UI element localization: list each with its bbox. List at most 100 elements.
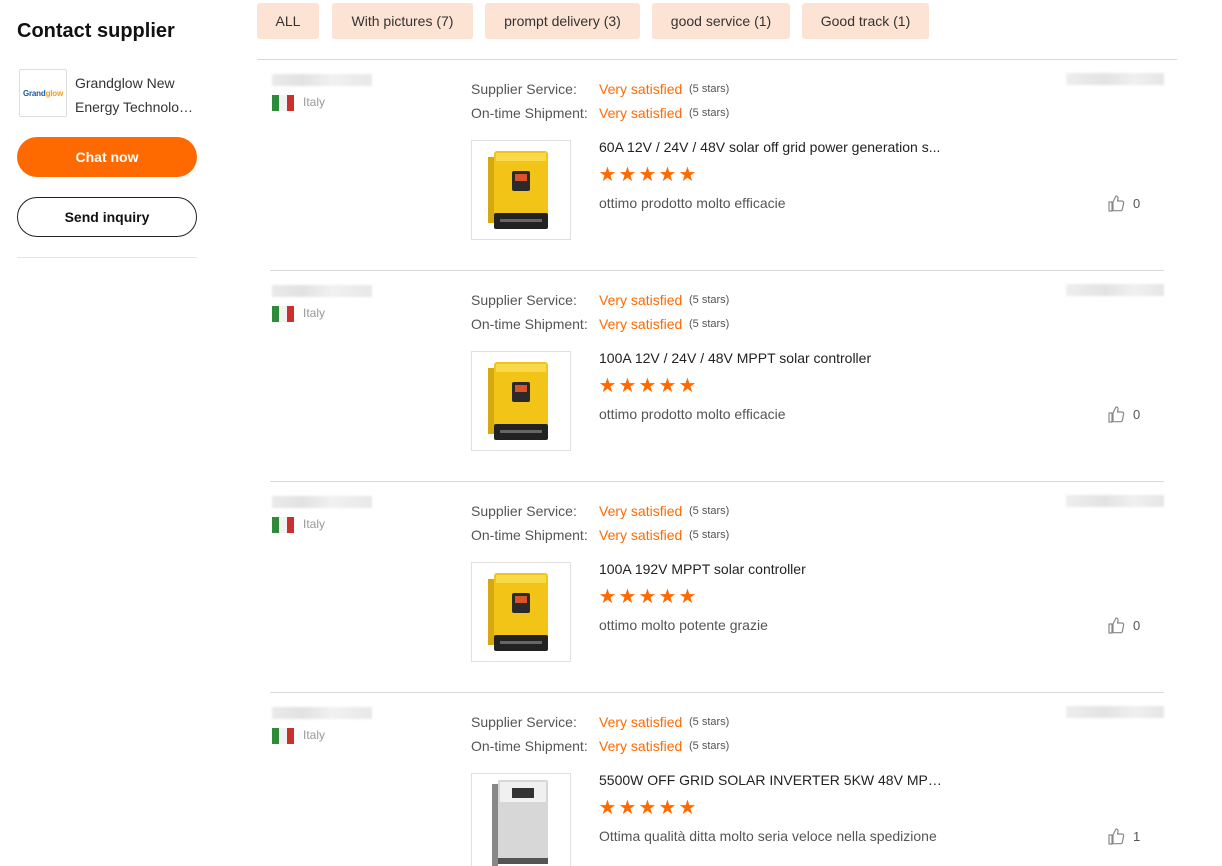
star-rating: ★ ★ ★ ★ ★ [598, 586, 697, 608]
like-button[interactable]: 0 [1105, 404, 1145, 424]
star-rating: ★ ★ ★ ★ ★ [598, 164, 697, 186]
reviewer-country: Italy [303, 95, 326, 109]
thumbs-up-icon [1108, 406, 1125, 423]
star-icon: ★ [598, 164, 617, 186]
review-item: Italy Supplier Service: Very satisfied (… [270, 60, 1164, 271]
star-icon: ★ [598, 375, 617, 397]
review-comment: Ottima qualità ditta molto seria veloce … [599, 828, 937, 844]
star-icon: ★ [658, 375, 677, 397]
review-comment: ottimo prodotto molto efficacie [599, 406, 786, 422]
italy-flag-icon [272, 517, 294, 533]
filter-prompt-delivery[interactable]: prompt delivery (3) [485, 3, 640, 39]
supplier-service-label: Supplier Service: [471, 81, 577, 97]
contact-supplier-title: Contact supplier [17, 20, 175, 42]
like-button[interactable]: 0 [1105, 615, 1145, 635]
star-rating: ★ ★ ★ ★ ★ [598, 797, 697, 819]
filter-good-track[interactable]: Good track (1) [802, 3, 929, 39]
like-count: 0 [1133, 195, 1141, 211]
filter-with-pictures[interactable]: With pictures (7) [332, 3, 473, 39]
shipment-label: On-time Shipment: [471, 738, 588, 754]
review-comment: ottimo prodotto molto efficacie [599, 195, 786, 211]
thumbs-up-icon [1108, 195, 1125, 212]
shipment-label: On-time Shipment: [471, 316, 588, 332]
supplier-name[interactable]: Grandglow New Energy Technolog... [75, 71, 197, 119]
star-icon: ★ [658, 164, 677, 186]
blurred-reviewer-name [272, 707, 372, 719]
product-title-link[interactable]: 60A 12V / 24V / 48V solar off grid power… [599, 139, 944, 155]
solar-controller-image [488, 573, 548, 651]
shipment-label: On-time Shipment: [471, 105, 588, 121]
supplier-service-rating: Very satisfied [599, 292, 683, 308]
star-icon: ★ [638, 797, 657, 819]
shipment-stars: (5 stars) [689, 318, 730, 330]
review-item: Italy Supplier Service: Very satisfied (… [270, 693, 1164, 866]
supplier-card[interactable]: Grandglow Grandglow New Energy Technolog… [17, 69, 197, 119]
blurred-reviewer-name [272, 285, 372, 297]
thumbs-up-icon [1108, 617, 1125, 634]
supplier-service-label: Supplier Service: [471, 292, 577, 308]
supplier-service-stars: (5 stars) [689, 716, 730, 728]
supplier-service-label: Supplier Service: [471, 714, 577, 730]
supplier-service-label: Supplier Service: [471, 503, 577, 519]
solar-controller-image [488, 151, 548, 229]
supplier-logo-wordmark: Grandglow [23, 88, 63, 98]
supplier-service-rating: Very satisfied [599, 714, 683, 730]
italy-flag-icon [272, 95, 294, 111]
reviewer-country: Italy [303, 306, 326, 320]
shipment-rating: Very satisfied [599, 316, 683, 332]
star-icon: ★ [678, 586, 697, 608]
star-icon: ★ [618, 164, 637, 186]
italy-flag-icon [272, 728, 294, 744]
product-thumbnail[interactable] [471, 140, 571, 240]
star-icon: ★ [658, 797, 677, 819]
shipment-stars: (5 stars) [689, 529, 730, 541]
like-button[interactable]: 1 [1105, 826, 1145, 846]
reviewer-country: Italy [303, 728, 326, 742]
star-icon: ★ [598, 586, 617, 608]
star-icon: ★ [658, 586, 677, 608]
shipment-label: On-time Shipment: [471, 527, 588, 543]
solar-inverter-image [492, 780, 548, 866]
blurred-reviewer-name [272, 496, 372, 508]
shipment-rating: Very satisfied [599, 738, 683, 754]
blurred-reviewer-name [272, 74, 372, 86]
supplier-name-line2: Energy Technolog... [75, 99, 197, 115]
review-comment: ottimo molto potente grazie [599, 617, 768, 633]
send-inquiry-button[interactable]: Send inquiry [17, 197, 197, 237]
supplier-service-rating: Very satisfied [599, 81, 683, 97]
thumbs-up-icon [1108, 828, 1125, 845]
like-count: 0 [1133, 617, 1141, 633]
blurred-review-date [1066, 73, 1164, 85]
supplier-service-rating: Very satisfied [599, 503, 683, 519]
supplier-service-stars: (5 stars) [689, 294, 730, 306]
product-thumbnail[interactable] [471, 773, 571, 866]
star-icon: ★ [618, 375, 637, 397]
blurred-review-date [1066, 495, 1164, 507]
star-icon: ★ [678, 375, 697, 397]
filter-good-service[interactable]: good service (1) [652, 3, 790, 39]
supplier-name-line1: Grandglow New [75, 75, 175, 91]
product-title-link[interactable]: 5500W OFF GRID SOLAR INVERTER 5KW 48V MP… [599, 772, 944, 788]
italy-flag-icon [272, 306, 294, 322]
shipment-stars: (5 stars) [689, 740, 730, 752]
reviewer-country: Italy [303, 517, 326, 531]
star-rating: ★ ★ ★ ★ ★ [598, 375, 697, 397]
product-thumbnail[interactable] [471, 562, 571, 662]
supplier-logo[interactable]: Grandglow [19, 69, 67, 117]
sidebar-divider [17, 257, 197, 258]
star-icon: ★ [678, 797, 697, 819]
solar-controller-image [488, 362, 548, 440]
blurred-review-date [1066, 706, 1164, 718]
star-icon: ★ [618, 586, 637, 608]
filter-all[interactable]: ALL [257, 3, 319, 39]
blurred-review-date [1066, 284, 1164, 296]
review-item: Italy Supplier Service: Very satisfied (… [270, 271, 1164, 482]
shipment-stars: (5 stars) [689, 107, 730, 119]
product-title-link[interactable]: 100A 192V MPPT solar controller [599, 561, 944, 577]
chat-now-button[interactable]: Chat now [17, 137, 197, 177]
star-icon: ★ [638, 164, 657, 186]
star-icon: ★ [618, 797, 637, 819]
product-title-link[interactable]: 100A 12V / 24V / 48V MPPT solar controll… [599, 350, 944, 366]
like-button[interactable]: 0 [1105, 193, 1145, 213]
product-thumbnail[interactable] [471, 351, 571, 451]
